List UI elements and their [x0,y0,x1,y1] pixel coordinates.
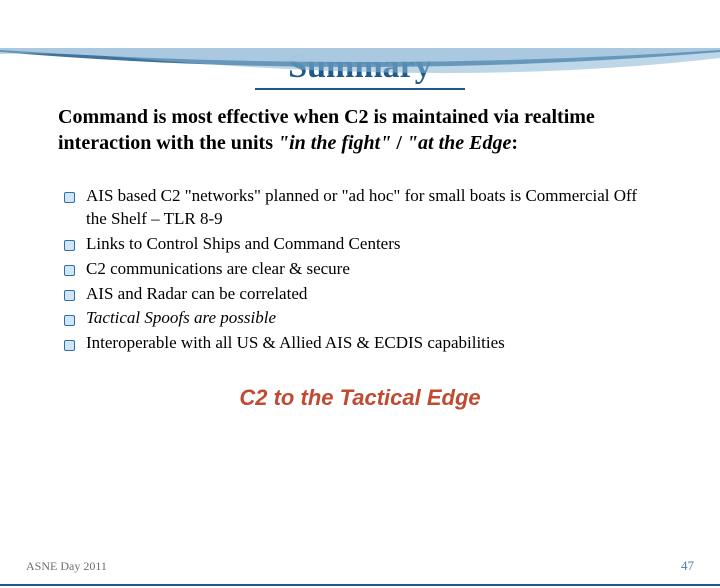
list-item: AIS based C2 "networks" planned or "ad h… [60,185,662,231]
list-item: Interoperable with all US & Allied AIS &… [60,332,662,355]
lead-quote-2: "at the Edge [407,132,511,154]
bottom-border [0,584,720,586]
list-item-text: Interoperable with all US & Allied AIS &… [86,333,505,352]
page-number: 47 [681,558,694,574]
lead-sep: / [391,132,407,154]
lead-quote-1: "in the fight" [278,132,391,154]
lead-suffix: : [511,132,518,154]
slide-title: Summary [255,48,465,90]
list-item: Tactical Spoofs are possible [60,307,662,330]
list-item-text: AIS and Radar can be correlated [86,284,307,303]
content-area: Command is most effective when C2 is mai… [0,90,720,411]
footer-left: ASNE Day 2011 [26,559,107,574]
lead-paragraph: Command is most effective when C2 is mai… [58,104,662,157]
list-item: Links to Control Ships and Command Cente… [60,233,662,256]
list-item-text: AIS based C2 "networks" planned or "ad h… [86,186,637,228]
list-item-text: C2 communications are clear & secure [86,259,350,278]
list-item: C2 communications are clear & secure [60,258,662,281]
list-item-text: Tactical Spoofs are possible [86,308,276,327]
bullet-list: AIS based C2 "networks" planned or "ad h… [58,185,662,356]
subheading: C2 to the Tactical Edge [58,385,662,411]
list-item: AIS and Radar can be correlated [60,283,662,306]
list-item-text: Links to Control Ships and Command Cente… [86,234,401,253]
